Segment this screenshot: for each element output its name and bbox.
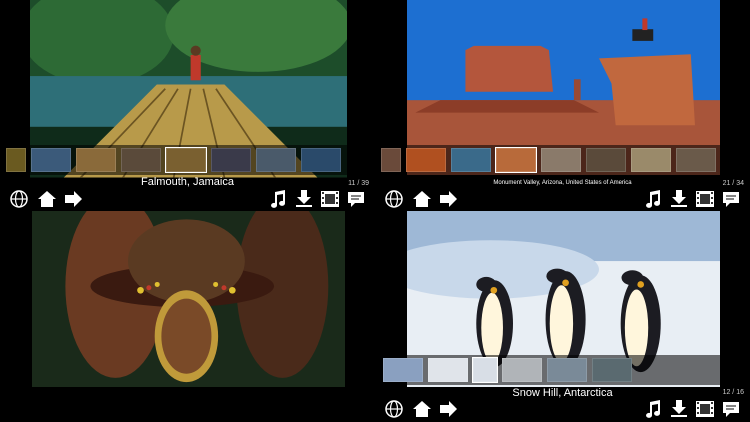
film-icon[interactable]	[319, 188, 341, 210]
thumbnail[interactable]	[428, 358, 468, 382]
thumbnail[interactable]	[121, 148, 161, 172]
toolbar	[0, 186, 375, 210]
thumbnail[interactable]	[381, 148, 401, 172]
thumbnail[interactable]	[502, 358, 542, 382]
home-icon[interactable]	[36, 188, 58, 210]
globe-icon[interactable]	[383, 188, 405, 210]
thumbnail[interactable]	[547, 358, 587, 382]
globe-icon[interactable]	[8, 188, 30, 210]
music-icon[interactable]	[642, 398, 664, 420]
download-icon[interactable]	[668, 398, 690, 420]
next-arrow-icon[interactable]	[437, 398, 459, 420]
pane-monument-valley[interactable]: Monument Valley, Arizona, United States …	[375, 0, 750, 210]
download-icon[interactable]	[668, 188, 690, 210]
thumbnail[interactable]	[211, 148, 251, 172]
photo-counter: 12 / 16	[722, 389, 744, 396]
music-icon[interactable]	[267, 188, 289, 210]
thumbnail[interactable]	[541, 148, 581, 172]
thumbnail[interactable]	[256, 148, 296, 172]
speech-bubble-icon[interactable]	[345, 188, 367, 210]
toolbar	[375, 396, 750, 422]
thumbnail-strip[interactable]	[0, 145, 375, 175]
thumbnail-selected[interactable]	[472, 357, 498, 383]
globe-icon[interactable]	[383, 398, 405, 420]
thumbnail[interactable]	[406, 148, 446, 172]
film-icon[interactable]	[694, 398, 716, 420]
photo-highlands-portrait[interactable]	[32, 211, 345, 388]
home-icon[interactable]	[411, 398, 433, 420]
speech-bubble-icon[interactable]	[720, 188, 742, 210]
thumbnail-selected[interactable]	[165, 147, 207, 173]
film-icon[interactable]	[694, 188, 716, 210]
thumbnail-strip[interactable]	[375, 145, 750, 175]
next-arrow-icon[interactable]	[437, 188, 459, 210]
next-arrow-icon[interactable]	[62, 188, 84, 210]
speech-bubble-icon[interactable]	[720, 398, 742, 420]
thumbnail[interactable]	[586, 148, 626, 172]
thumbnail[interactable]	[301, 148, 341, 172]
thumbnail[interactable]	[451, 148, 491, 172]
download-icon[interactable]	[293, 188, 315, 210]
thumbnail-selected[interactable]	[495, 147, 537, 173]
music-icon[interactable]	[642, 188, 664, 210]
toolbar	[375, 186, 750, 210]
thumbnail[interactable]	[592, 358, 632, 382]
thumbnail[interactable]	[383, 358, 423, 382]
thumbnail[interactable]	[631, 148, 671, 172]
thumbnail[interactable]	[676, 148, 716, 172]
thumbnail[interactable]	[6, 148, 26, 172]
thumbnail[interactable]	[31, 148, 71, 172]
pane-highlands-portrait[interactable]	[0, 211, 375, 422]
thumbnail-strip[interactable]	[375, 355, 750, 385]
home-icon[interactable]	[411, 188, 433, 210]
thumbnail[interactable]	[76, 148, 116, 172]
pane-jamaica[interactable]: Falmouth, Jamaica 11 / 39	[0, 0, 375, 210]
pane-antarctica[interactable]: Snow Hill, Antarctica 12 / 16	[375, 211, 750, 422]
